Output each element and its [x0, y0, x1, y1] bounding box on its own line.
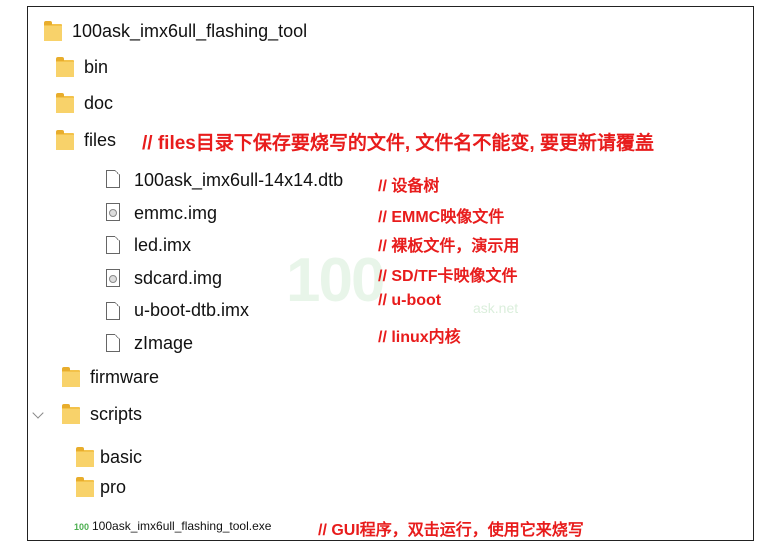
- tree-item-label: zImage: [134, 333, 194, 353]
- tree-item-label: doc: [84, 93, 114, 113]
- dtb-annotation: // 设备树: [378, 178, 440, 195]
- file-icon: [106, 302, 120, 320]
- files-annotation: // files目录下保存要烧写的文件, 文件名不能变, 要更新请覆盖: [142, 133, 654, 154]
- folder-icon: [44, 21, 62, 41]
- tree-item-label: basic: [100, 447, 143, 467]
- led-annotation: // 裸板文件，演示用: [378, 238, 520, 255]
- file-icon: [106, 236, 120, 254]
- zimage-annotation: // linux内核: [378, 329, 461, 346]
- tree-item-label: 100ask_imx6ull_flashing_tool: [72, 21, 308, 41]
- tree-item-label: pro: [100, 477, 127, 497]
- watermark-site: ask.net: [473, 300, 519, 316]
- file-icon: [106, 170, 120, 188]
- disk-image-icon: [106, 203, 120, 221]
- watermark-logo: 100: [286, 246, 385, 315]
- tree-item-label: files: [84, 130, 117, 150]
- chevron-down-icon[interactable]: [32, 407, 44, 419]
- disk-image-icon: [106, 269, 120, 287]
- folder-icon: [76, 447, 94, 467]
- tree-item-label: bin: [84, 57, 109, 77]
- folder-icon: [62, 367, 80, 387]
- uboot-annotation: // u-boot: [378, 292, 442, 309]
- folder-icon: [56, 57, 74, 77]
- file-icon: [106, 334, 120, 352]
- exe-annotation: // GUI程序，双击运行，使用它来烧写: [318, 522, 584, 539]
- tree-item-label: emmc.img: [134, 203, 218, 223]
- app-logo-icon: 100: [74, 522, 90, 532]
- folder-icon: [62, 404, 80, 424]
- tree-item-label: sdcard.img: [134, 268, 223, 288]
- folder-icon: [56, 93, 74, 113]
- folder-icon: [76, 477, 94, 497]
- tree-item-label: 100ask_imx6ull_flashing_tool.exe: [92, 519, 272, 533]
- tree-item-label: 100ask_imx6ull-14x14.dtb: [134, 170, 344, 190]
- folder-icon: [56, 130, 74, 150]
- file-tree-panel: 100 ask.net 100ask_imx6ull_flashing_tool…: [27, 6, 754, 541]
- emmc-annotation: // EMMC映像文件: [378, 209, 505, 226]
- sdcard-annotation: // SD/TF卡映像文件: [378, 268, 518, 285]
- tree-item-label: u-boot-dtb.imx: [134, 300, 250, 320]
- tree-item-label: firmware: [90, 367, 160, 387]
- tree-item-label: led.imx: [134, 235, 192, 255]
- tree-item-label: scripts: [90, 404, 143, 424]
